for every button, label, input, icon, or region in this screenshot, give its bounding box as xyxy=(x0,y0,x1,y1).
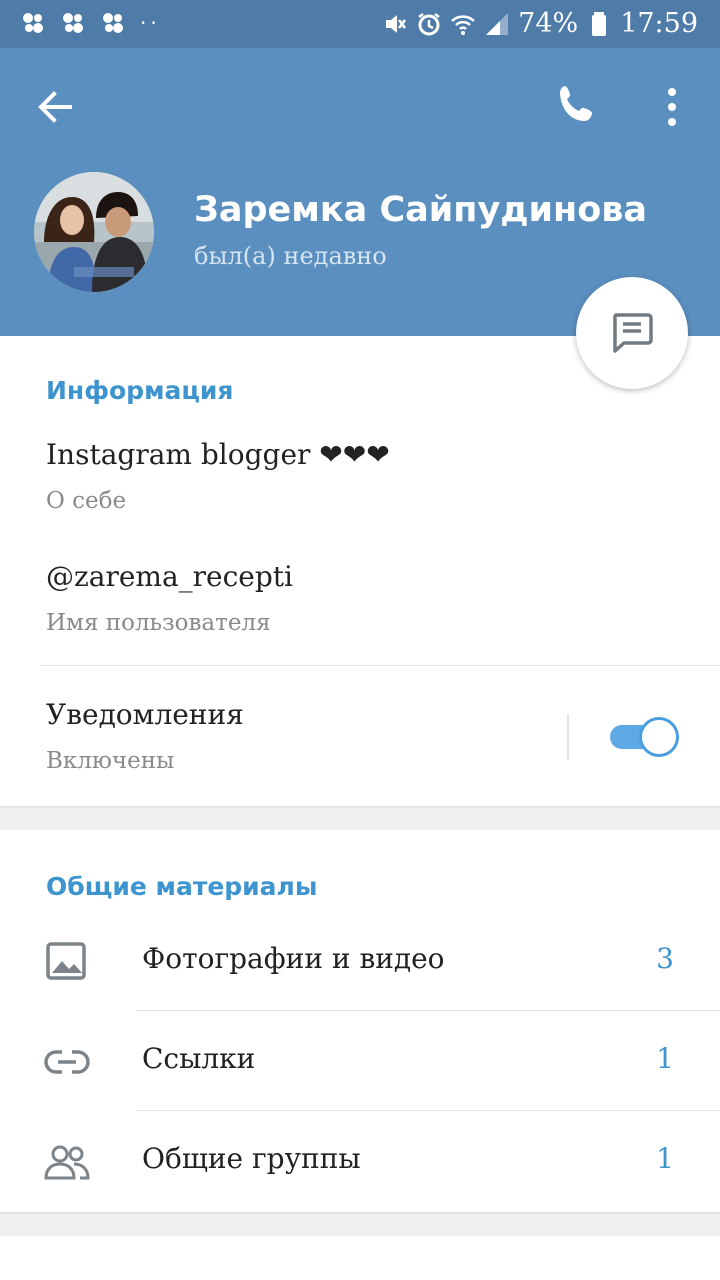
notification-icons: ·· xyxy=(20,10,161,36)
username-label: Имя пользователя xyxy=(46,610,271,636)
section-separator xyxy=(0,806,720,830)
shared-links-count: 1 xyxy=(656,1042,674,1075)
divider xyxy=(136,1110,720,1111)
username-text[interactable]: @zarema_recepti xyxy=(46,560,293,593)
shared-photos-count: 3 xyxy=(656,942,674,975)
battery-percent: 74% xyxy=(518,8,579,39)
message-icon xyxy=(613,313,653,353)
system-icons: 74% 17:59 xyxy=(382,8,698,40)
toggle-separator xyxy=(567,714,569,760)
signal-icon xyxy=(486,13,509,35)
section-separator xyxy=(0,1212,720,1236)
send-message-button[interactable] xyxy=(576,277,688,389)
profile-name: Заремка Сайпудинова xyxy=(194,190,648,230)
people-icon xyxy=(44,1145,90,1180)
app-notification-icon xyxy=(63,13,83,33)
avatar[interactable] xyxy=(34,172,154,292)
divider xyxy=(136,1010,720,1011)
status-bar: ·· 74% 17:59 xyxy=(0,0,720,48)
more-vert-icon[interactable] xyxy=(650,82,694,132)
alarm-icon xyxy=(418,13,440,36)
notifications-label[interactable]: Уведомления xyxy=(46,698,244,731)
notifications-state: Включены xyxy=(46,748,175,774)
bio-text[interactable]: Instagram blogger ❤❤❤ xyxy=(46,438,390,471)
app-notification-icon xyxy=(23,13,43,33)
shared-photos-row[interactable]: Фотографии и видео 3 xyxy=(0,912,720,1012)
shared-section-title: Общие материалы xyxy=(46,872,318,901)
clock: 17:59 xyxy=(620,8,698,39)
wifi-icon xyxy=(451,15,476,35)
toggle-knob xyxy=(639,717,679,757)
common-groups-label: Общие группы xyxy=(142,1142,361,1175)
last-seen-status: был(а) недавно xyxy=(194,242,387,270)
shared-links-row[interactable]: Ссылки 1 xyxy=(0,1012,720,1112)
divider xyxy=(40,665,720,666)
avatar-photo xyxy=(34,172,154,292)
mute-icon xyxy=(386,15,407,33)
more-notifications-icon: ·· xyxy=(140,11,161,35)
common-groups-count: 1 xyxy=(656,1142,674,1175)
arrow-left-icon[interactable] xyxy=(30,82,80,132)
common-groups-row[interactable]: Общие группы 1 xyxy=(0,1112,720,1212)
bio-label: О себе xyxy=(46,488,127,514)
info-section-title: Информация xyxy=(46,376,234,405)
notifications-toggle[interactable] xyxy=(610,717,679,757)
phone-icon[interactable] xyxy=(552,80,602,130)
shared-links-label: Ссылки xyxy=(142,1042,256,1075)
link-icon xyxy=(44,1050,90,1074)
app-notification-icon xyxy=(103,13,123,33)
image-icon xyxy=(46,942,86,980)
shared-photos-label: Фотографии и видео xyxy=(142,942,445,975)
battery-icon xyxy=(592,12,607,36)
